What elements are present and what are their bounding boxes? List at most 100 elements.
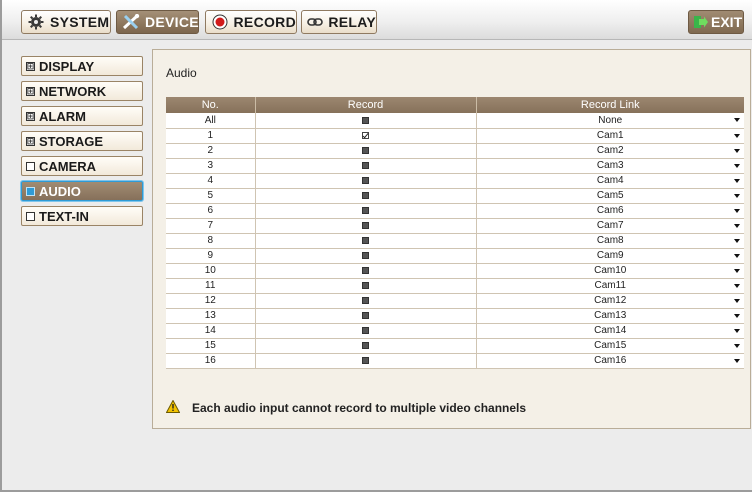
record-link-value: Cam1	[596, 130, 624, 141]
record-link-select[interactable]: Cam13	[476, 308, 744, 324]
gear-icon	[27, 13, 45, 31]
record-cell	[255, 338, 477, 354]
record-icon	[211, 13, 229, 31]
record-link-select[interactable]: None	[476, 113, 744, 129]
tab-system[interactable]: SYSTEM	[21, 10, 111, 34]
record-checkbox[interactable]	[362, 341, 369, 349]
dropdown-arrow-icon[interactable]	[734, 328, 740, 333]
sidebar-item-alarm[interactable]: ⊞ ALARM	[21, 106, 143, 126]
sidebar-item-display[interactable]: ⊞ DISPLAY	[21, 56, 143, 76]
record-checkbox[interactable]	[362, 221, 369, 229]
record-link-select[interactable]: Cam4	[476, 173, 744, 189]
record-link-select[interactable]: Cam2	[476, 143, 744, 159]
record-link-select[interactable]: Cam8	[476, 233, 744, 249]
dropdown-arrow-icon[interactable]	[734, 313, 740, 318]
record-link-select[interactable]: Cam12	[476, 293, 744, 309]
dropdown-arrow-icon[interactable]	[734, 193, 740, 198]
tab-device[interactable]: DEVICE	[116, 10, 199, 34]
record-link-select[interactable]: Cam1	[476, 128, 744, 144]
dropdown-arrow-icon[interactable]	[734, 163, 740, 168]
sidebar-item-label: AUDIO	[39, 183, 81, 199]
dropdown-arrow-icon[interactable]	[734, 298, 740, 303]
record-checkbox[interactable]	[362, 251, 369, 259]
dropdown-arrow-icon[interactable]	[734, 283, 740, 288]
tab-record[interactable]: RECORD	[205, 10, 297, 34]
dropdown-arrow-icon[interactable]	[734, 358, 740, 363]
sidebar-item-text-in[interactable]: TEXT-IN	[21, 206, 143, 226]
dropdown-arrow-icon[interactable]	[734, 148, 740, 153]
record-link-select[interactable]: Cam9	[476, 248, 744, 264]
record-link-value: Cam8	[596, 235, 624, 246]
record-checkbox[interactable]	[362, 146, 369, 154]
tab-label: RELAY	[328, 14, 376, 30]
table-row: 10 Cam10	[166, 263, 744, 279]
channel-number: 2	[166, 143, 256, 159]
audio-settings-panel: Audio No. Record Record Link All None 1 Cam…	[152, 49, 751, 429]
record-link-value: Cam2	[596, 145, 624, 156]
sidebar-item-storage[interactable]: ⊞ STORAGE	[21, 131, 143, 151]
record-link-select[interactable]: Cam5	[476, 188, 744, 204]
dropdown-arrow-icon[interactable]	[734, 238, 740, 243]
record-link-select[interactable]: Cam11	[476, 278, 744, 294]
record-link-select[interactable]: Cam3	[476, 158, 744, 174]
dropdown-arrow-icon[interactable]	[734, 268, 740, 273]
dropdown-arrow-icon[interactable]	[734, 253, 740, 258]
channel-number: 12	[166, 293, 256, 309]
record-checkbox[interactable]	[362, 356, 369, 364]
record-cell	[255, 113, 477, 129]
record-cell	[255, 278, 477, 294]
record-checkbox[interactable]	[362, 116, 369, 124]
dropdown-arrow-icon[interactable]	[734, 208, 740, 213]
panel-title: Audio	[166, 66, 197, 80]
record-cell	[255, 158, 477, 174]
record-link-select[interactable]: Cam14	[476, 323, 744, 339]
table-row: 13 Cam13	[166, 308, 744, 324]
record-cell	[255, 233, 477, 249]
channel-number: 6	[166, 203, 256, 219]
record-checkbox[interactable]	[362, 161, 369, 169]
record-checkbox[interactable]	[362, 326, 369, 334]
tools-icon	[122, 13, 140, 31]
record-link-select[interactable]: Cam16	[476, 353, 744, 369]
dropdown-arrow-icon[interactable]	[734, 223, 740, 228]
column-header-record-link: Record Link	[476, 97, 744, 113]
record-checkbox[interactable]	[362, 236, 369, 244]
dropdown-arrow-icon[interactable]	[734, 133, 740, 138]
exit-button[interactable]: EXIT	[688, 10, 744, 34]
channel-number: 9	[166, 248, 256, 264]
tab-relay[interactable]: RELAY	[301, 10, 377, 34]
record-link-select[interactable]: Cam6	[476, 203, 744, 219]
record-checkbox[interactable]	[362, 206, 369, 214]
sidebar-item-camera[interactable]: CAMERA	[21, 156, 143, 176]
record-checkbox[interactable]	[362, 296, 369, 304]
record-checkbox[interactable]	[362, 131, 369, 139]
channel-number: 8	[166, 233, 256, 249]
audio-table: No. Record Record Link All None 1 Cam1 2 Cam2…	[166, 97, 744, 369]
record-checkbox[interactable]	[362, 176, 369, 184]
dropdown-arrow-icon[interactable]	[734, 118, 740, 122]
record-link-select[interactable]: Cam7	[476, 218, 744, 234]
record-link-value: Cam14	[594, 325, 627, 336]
record-cell	[255, 263, 477, 279]
record-checkbox[interactable]	[362, 281, 369, 289]
record-cell	[255, 173, 477, 189]
record-checkbox[interactable]	[362, 266, 369, 274]
sidebar-item-network[interactable]: ⊞ NETWORK	[21, 81, 143, 101]
dropdown-arrow-icon[interactable]	[734, 343, 740, 348]
record-link-value: None	[598, 114, 623, 126]
warning-note: Each audio input cannot record to multip…	[165, 399, 526, 416]
warning-icon	[165, 399, 181, 416]
column-header-no: No.	[166, 97, 256, 113]
record-link-value: Cam7	[596, 220, 624, 231]
record-link-select[interactable]: Cam10	[476, 263, 744, 279]
column-header-record: Record	[255, 97, 477, 113]
sidebar-item-audio[interactable]: AUDIO	[21, 181, 143, 201]
channel-number: 1	[166, 128, 256, 144]
dropdown-arrow-icon[interactable]	[734, 178, 740, 183]
channel-number: 5	[166, 188, 256, 204]
record-link-select[interactable]: Cam15	[476, 338, 744, 354]
table-row: All None	[166, 113, 744, 129]
record-checkbox[interactable]	[362, 191, 369, 199]
channel-number: 3	[166, 158, 256, 174]
record-checkbox[interactable]	[362, 311, 369, 319]
